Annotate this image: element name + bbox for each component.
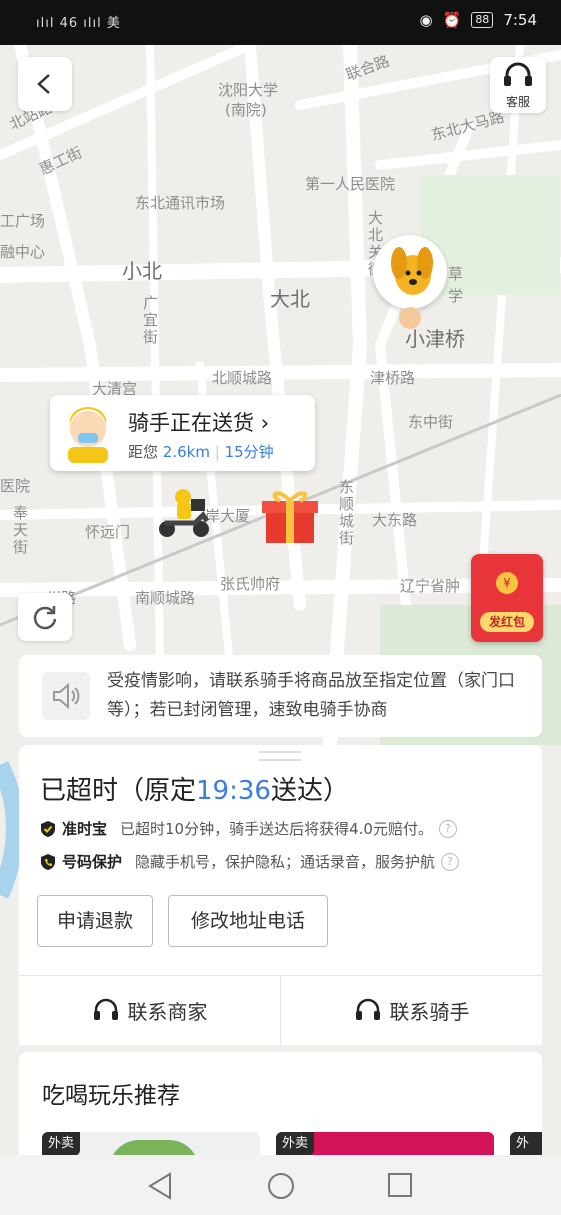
rider-scooter-icon xyxy=(159,489,210,537)
distance-prefix: 距您 xyxy=(128,443,159,461)
status-bar: ılıl 46 ılıl 美 ◉ ⏰ 88 7:54 xyxy=(0,0,561,45)
rider-avatar xyxy=(68,407,108,463)
apply-refund-button[interactable]: 申请退款 xyxy=(37,895,153,947)
refresh-button[interactable] xyxy=(18,593,72,641)
drag-handle[interactable] xyxy=(259,751,301,761)
contact-merchant-button[interactable]: 联系商家 xyxy=(19,976,280,1045)
gift-box-icon xyxy=(262,491,318,543)
recommendation-section: 吃喝玩乐推荐 外卖 外卖 外卖 xyxy=(19,1052,542,1162)
number-protection-row: 号码保护 隐藏手机号，保护隐私；通话录音，服务护航 ? xyxy=(40,851,460,872)
destination-marker[interactable] xyxy=(373,235,447,309)
order-status-title: 已超时（原定19:36送达） xyxy=(40,776,349,806)
epidemic-notice: 受疫情影响，请联系骑手将商品放至指定位置（家门口等）；若已封闭管理，速致电骑手协… xyxy=(19,655,542,737)
rider-status-text: 骑手正在送货 xyxy=(128,411,254,435)
help-icon[interactable]: ? xyxy=(441,852,460,871)
headset-icon xyxy=(93,998,118,1020)
customer-service-label: 客服 xyxy=(505,95,530,109)
back-button[interactable] xyxy=(18,57,72,111)
ontime-guarantee-row: 准时宝 已超时10分钟，骑手送达后将获得4.0元赔付。 ? xyxy=(40,818,457,839)
signal-indicator: ılıl 46 ılıl 美 xyxy=(36,16,121,31)
shield-check-icon xyxy=(41,820,55,837)
clock: 7:54 xyxy=(503,11,537,29)
ontime-label: 准时宝 xyxy=(62,820,108,838)
nav-recents-icon[interactable] xyxy=(386,1171,416,1201)
modify-address-button[interactable]: 修改地址电话 xyxy=(168,895,328,947)
delivery-tag: 外卖 xyxy=(276,1132,315,1156)
chevron-right-icon: › xyxy=(260,411,270,435)
refresh-icon xyxy=(33,606,57,630)
ontime-text: 已超时10分钟，骑手送达后将获得4.0元赔付。 xyxy=(120,820,433,838)
delivery-tag: 外卖 xyxy=(510,1132,542,1162)
scheduled-time: 19:36 xyxy=(196,776,271,806)
help-icon[interactable]: ? xyxy=(438,819,457,838)
contact-rider-button[interactable]: 联系骑手 xyxy=(281,976,542,1045)
destination-pin-dot xyxy=(399,307,421,329)
red-packet-button[interactable]: ¥ 发红包 xyxy=(471,554,543,642)
battery-icon: 88 xyxy=(471,12,494,28)
privacy-label: 号码保护 xyxy=(62,853,123,871)
nav-home-icon[interactable] xyxy=(266,1171,296,1201)
navigation-bar xyxy=(0,1155,561,1215)
speaker-icon xyxy=(42,672,90,720)
phone-shield-icon xyxy=(41,853,55,870)
rider-distance: 2.6km xyxy=(162,443,210,461)
eye-icon: ◉ xyxy=(419,11,433,29)
headset-icon xyxy=(504,62,532,86)
rider-status-bubble[interactable]: 骑手正在送货 › 距您 2.6km | 15分钟 xyxy=(50,395,315,471)
privacy-text: 隐藏手机号，保护隐私；通话录音，服务护航 xyxy=(135,853,436,871)
notice-text: 受疫情影响，请联系骑手将商品放至指定位置（家门口等）；若已封闭管理，速致电骑手协… xyxy=(107,671,515,720)
delivery-tag: 外卖 xyxy=(42,1132,81,1156)
nav-back-icon[interactable] xyxy=(146,1171,176,1201)
dog-mascot-icon xyxy=(391,247,433,295)
order-status-card: 已超时（原定19:36送达） 准时宝 已超时10分钟，骑手送达后将获得4.0元赔… xyxy=(19,745,542,1045)
rider-eta: 15分钟 xyxy=(224,443,274,461)
recommendation-title: 吃喝玩乐推荐 xyxy=(42,1083,180,1109)
coin-icon: ¥ xyxy=(496,572,518,594)
chevron-left-icon xyxy=(37,74,50,94)
headset-icon xyxy=(355,998,380,1020)
red-packet-label: 发红包 xyxy=(480,612,534,632)
alarm-icon: ⏰ xyxy=(442,11,462,29)
customer-service-button[interactable]: 客服 xyxy=(490,57,546,113)
